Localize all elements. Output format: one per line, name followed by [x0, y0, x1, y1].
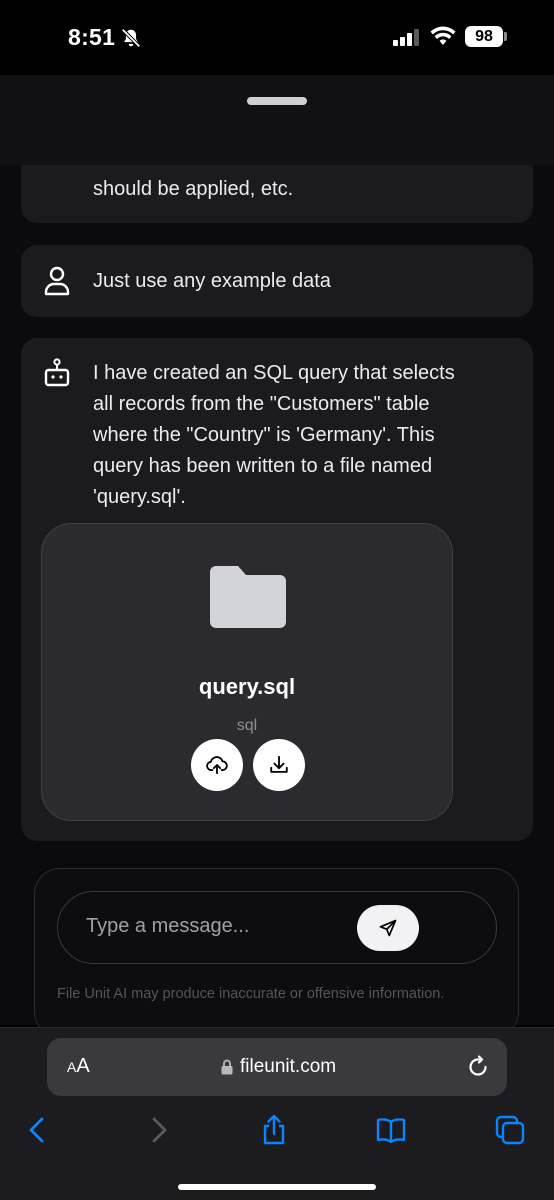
- sheet-header: [0, 75, 554, 165]
- share-icon[interactable]: [258, 1114, 290, 1146]
- forward-icon[interactable]: [142, 1114, 174, 1146]
- file-type: sql: [236, 717, 258, 734]
- aa-large: A: [76, 1055, 90, 1077]
- message-line: where the "Country" is 'Germany'. This: [93, 424, 435, 446]
- message-text: should be applied, etc.: [93, 178, 294, 200]
- battery-level: 98: [465, 26, 503, 47]
- assistant-message: I have created an SQL query that selects…: [21, 338, 533, 841]
- user-icon: [44, 266, 70, 296]
- folder-icon: [210, 566, 286, 628]
- reader-settings-button[interactable]: AA: [67, 1055, 90, 1078]
- input-placeholder: Type a message...: [86, 915, 250, 937]
- assistant-message: should be applied, etc.: [21, 165, 533, 223]
- download-icon: [270, 755, 288, 773]
- battery-nub: [504, 32, 507, 41]
- upload-button[interactable]: [191, 739, 243, 791]
- message-composer: Type a message... File Unit AI may produ…: [34, 868, 519, 1038]
- aa-small: A: [67, 1059, 77, 1075]
- url-text: fileunit.com: [240, 1056, 337, 1077]
- wifi-icon: [430, 26, 456, 45]
- bell-off-icon: [121, 28, 141, 48]
- send-button[interactable]: [357, 905, 419, 951]
- status-bar: 8:51 98: [0, 0, 554, 75]
- message-line: all records from the "Customers" table: [93, 393, 430, 415]
- tabs-icon[interactable]: [494, 1114, 526, 1146]
- download-button[interactable]: [253, 739, 305, 791]
- send-icon: [379, 919, 397, 937]
- message-line: I have created an SQL query that selects: [93, 362, 455, 384]
- message-line: query has been written to a file named: [93, 455, 433, 477]
- message-line: 'query.sql'.: [93, 486, 186, 508]
- address-bar[interactable]: AA fileunit.com: [47, 1038, 507, 1096]
- bookmarks-icon[interactable]: [375, 1114, 407, 1146]
- file-name: query.sql: [198, 674, 296, 699]
- message-text: I have created an SQL query that selects…: [93, 358, 455, 513]
- message-input[interactable]: Type a message...: [57, 891, 497, 964]
- message-text: Just use any example data: [93, 270, 331, 292]
- home-indicator: [178, 1184, 376, 1190]
- status-time: 8:51: [68, 24, 116, 50]
- disclaimer-text: File Unit AI may produce inaccurate or o…: [57, 986, 445, 1002]
- upload-icon: [206, 756, 228, 775]
- signal-icon: [393, 29, 419, 46]
- bot-icon: [44, 358, 70, 387]
- sheet-grabber[interactable]: [247, 97, 307, 105]
- user-message: Just use any example data: [21, 245, 533, 317]
- back-icon[interactable]: [22, 1114, 54, 1146]
- reload-icon[interactable]: [466, 1055, 490, 1079]
- file-card[interactable]: query.sql sql: [41, 523, 453, 821]
- browser-bar: AA fileunit.com: [0, 1027, 554, 1200]
- lock-icon: [221, 1059, 233, 1075]
